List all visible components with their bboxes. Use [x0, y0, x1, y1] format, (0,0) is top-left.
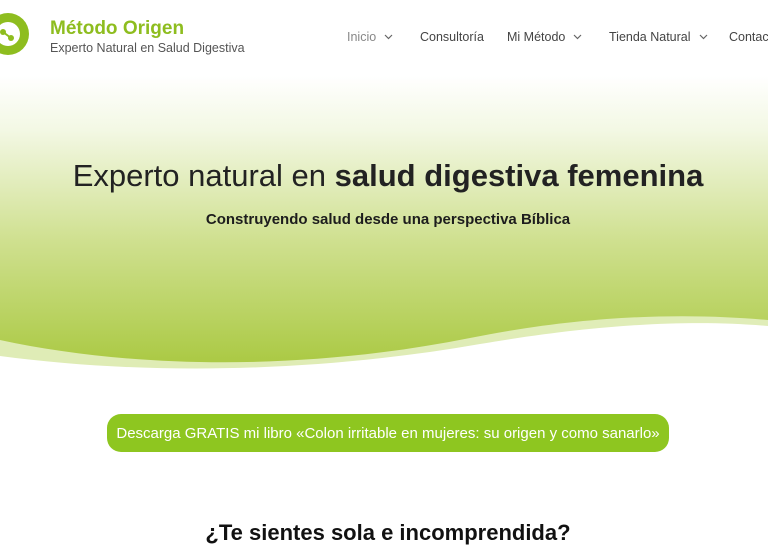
nav-label: Mi Método: [507, 30, 566, 44]
site-tagline: Experto Natural en Salud Digestiva: [50, 41, 245, 55]
nav-item-tienda-natural[interactable]: Tienda Natural: [609, 30, 708, 44]
site-title[interactable]: Método Origen: [50, 18, 184, 40]
logo[interactable]: [0, 12, 30, 56]
hero-title-bold: salud digestiva femenina: [334, 158, 704, 193]
chevron-down-icon: [384, 34, 393, 40]
nav-item-inicio[interactable]: Inicio: [347, 30, 393, 44]
nav-label: Contact: [729, 30, 768, 44]
nav-item-consultoria[interactable]: Consultoría: [420, 30, 484, 44]
nav-item-contacto[interactable]: Contact: [729, 30, 768, 44]
site-header: Método Origen Experto Natural en Salud D…: [0, 0, 768, 76]
download-book-button[interactable]: Descarga GRATIS mi libro «Colon irritabl…: [107, 414, 669, 452]
section-heading: ¿Te sientes sola e incomprendida?: [205, 520, 571, 545]
nav-label: Inicio: [347, 30, 377, 44]
hero-title: Experto natural en salud digestiva femen…: [0, 158, 768, 194]
hero-section: Experto natural en salud digestiva femen…: [0, 76, 768, 376]
nav-label: Consultoría: [420, 30, 484, 44]
chevron-down-icon: [573, 34, 582, 40]
hero-subtitle: Construyendo salud desde una perspectiva…: [205, 211, 571, 228]
chevron-down-icon: [699, 34, 707, 40]
logo-icon: [0, 13, 29, 55]
nav-item-mi-metodo[interactable]: Mi Método: [507, 30, 582, 44]
nav-label: Tienda Natural: [609, 30, 691, 44]
hero-title-light: Experto natural en: [72, 158, 335, 193]
